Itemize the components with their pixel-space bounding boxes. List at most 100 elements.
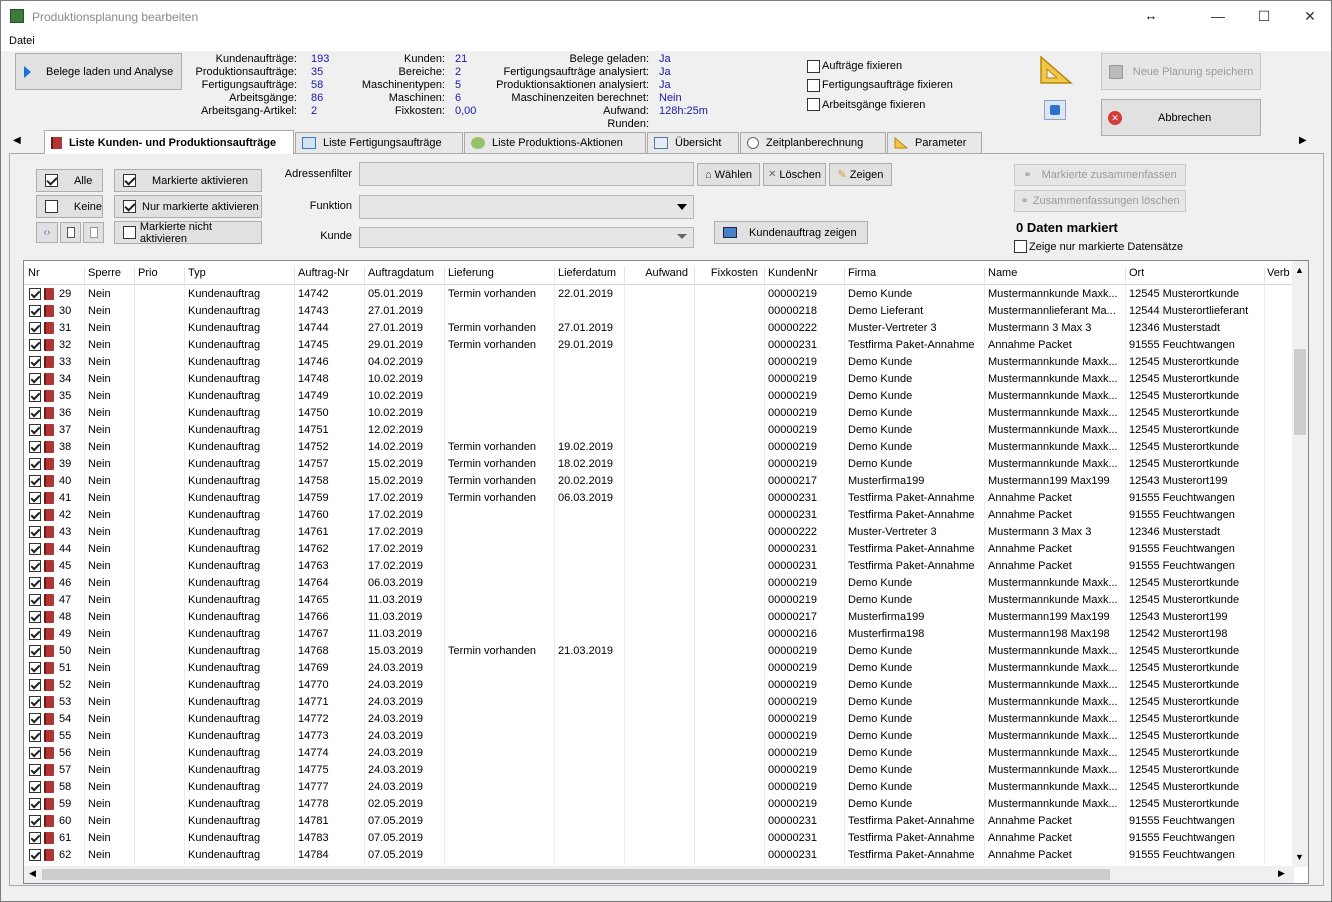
row-checkbox[interactable] <box>29 390 41 402</box>
column-header[interactable]: Lieferdatum <box>558 267 616 279</box>
row-checkbox[interactable] <box>29 594 41 606</box>
row-checkbox[interactable] <box>29 322 41 334</box>
document-list-icon[interactable] <box>83 222 104 243</box>
column-header[interactable]: Typ <box>188 267 206 279</box>
code-icon[interactable]: ‹› <box>36 222 58 243</box>
table-row[interactable]: 52 Nein Kundenauftrag 14770 24.03.2019 000002… <box>24 677 1294 694</box>
activate-marked-button[interactable]: Markierte aktivieren <box>114 169 262 192</box>
table-row[interactable]: 61 Nein Kundenauftrag 14783 07.05.2019 000002… <box>24 830 1294 847</box>
row-checkbox[interactable] <box>29 747 41 759</box>
column-header[interactable]: Auftragdatum <box>368 267 434 279</box>
column-header[interactable]: Ort <box>1129 267 1144 279</box>
column-header[interactable]: KundenNr <box>768 267 818 279</box>
show-order-button[interactable]: Kundenauftrag zeigen <box>714 221 868 244</box>
show-button[interactable]: ✎ Zeigen <box>829 163 892 186</box>
column-header[interactable]: Firma <box>848 267 876 279</box>
column-header[interactable]: Auftrag-Nr <box>298 267 349 279</box>
row-checkbox[interactable] <box>29 560 41 572</box>
delete-button[interactable]: ✕ Löschen <box>763 163 826 186</box>
row-checkbox[interactable] <box>29 526 41 538</box>
table-row[interactable]: 38 Nein Kundenauftrag 14752 14.02.2019 Termin… <box>24 439 1294 456</box>
table-row[interactable]: 46 Nein Kundenauftrag 14764 06.03.2019 000002… <box>24 575 1294 592</box>
maximize-button[interactable]: ☐ <box>1241 1 1287 32</box>
column-header[interactable]: Sperre <box>88 267 121 279</box>
row-checkbox[interactable] <box>29 662 41 674</box>
column-header[interactable]: Aufwand <box>622 267 688 279</box>
table-row[interactable]: 40 Nein Kundenauftrag 14758 15.02.2019 Termin… <box>24 473 1294 490</box>
not-activate-marked-button[interactable]: Markierte nicht aktivieren <box>114 221 262 245</box>
column-header[interactable]: Lieferung <box>448 267 494 279</box>
row-checkbox[interactable] <box>29 696 41 708</box>
row-checkbox[interactable] <box>29 441 41 453</box>
select-none-button[interactable]: Keine <box>36 195 103 218</box>
column-header[interactable]: Verb <box>1267 267 1290 279</box>
row-checkbox[interactable] <box>29 849 41 861</box>
table-row[interactable]: 58 Nein Kundenauftrag 14777 24.03.2019 000002… <box>24 779 1294 796</box>
tab-overview[interactable]: Übersicht <box>647 132 739 153</box>
table-row[interactable]: 39 Nein Kundenauftrag 14757 15.02.2019 Termin… <box>24 456 1294 473</box>
row-checkbox[interactable] <box>29 458 41 470</box>
row-checkbox[interactable] <box>29 339 41 351</box>
table-row[interactable]: 49 Nein Kundenauftrag 14767 11.03.2019 000002… <box>24 626 1294 643</box>
table-row[interactable]: 31 Nein Kundenauftrag 14744 27.01.2019 Termin… <box>24 320 1294 337</box>
customer-select[interactable] <box>359 227 694 248</box>
table-row[interactable]: 29 Nein Kundenauftrag 14742 05.01.2019 Termin… <box>24 286 1294 303</box>
document-icon[interactable] <box>60 222 81 243</box>
table-row[interactable]: 60 Nein Kundenauftrag 14781 07.05.2019 000002… <box>24 813 1294 830</box>
table-row[interactable]: 41 Nein Kundenauftrag 14759 17.02.2019 Termin… <box>24 490 1294 507</box>
table-row[interactable]: 54 Nein Kundenauftrag 14772 24.03.2019 000002… <box>24 711 1294 728</box>
horizontal-scrollbar[interactable]: ◀ ▶ <box>24 866 1294 883</box>
row-checkbox[interactable] <box>29 424 41 436</box>
table-row[interactable]: 55 Nein Kundenauftrag 14773 24.03.2019 000002… <box>24 728 1294 745</box>
column-header[interactable]: Prio <box>138 267 158 279</box>
row-checkbox[interactable] <box>29 509 41 521</box>
scroll-down-icon[interactable]: ▼ <box>1295 852 1304 862</box>
row-checkbox[interactable] <box>29 679 41 691</box>
row-checkbox[interactable] <box>29 645 41 657</box>
table-row[interactable]: 50 Nein Kundenauftrag 14768 15.03.2019 Termin… <box>24 643 1294 660</box>
row-checkbox[interactable] <box>29 475 41 487</box>
address-filter-input[interactable] <box>359 162 694 186</box>
table-row[interactable]: 56 Nein Kundenauftrag 14774 24.03.2019 000002… <box>24 745 1294 762</box>
table-row[interactable]: 33 Nein Kundenauftrag 14746 04.02.2019 000002… <box>24 354 1294 371</box>
table-row[interactable]: 42 Nein Kundenauftrag 14760 17.02.2019 000002… <box>24 507 1294 524</box>
cancel-button[interactable]: ✕ Abbrechen <box>1101 99 1261 136</box>
choose-button[interactable]: ⌂ Wählen <box>697 163 760 186</box>
tab-scroll-right-icon[interactable]: ▶ <box>1299 135 1307 146</box>
row-checkbox[interactable] <box>29 798 41 810</box>
row-checkbox[interactable] <box>29 356 41 368</box>
row-checkbox[interactable] <box>29 832 41 844</box>
table-row[interactable]: 43 Nein Kundenauftrag 14761 17.02.2019 000002… <box>24 524 1294 541</box>
upload-icon[interactable] <box>1044 100 1066 120</box>
scroll-left-icon[interactable]: ◀ <box>29 868 36 879</box>
vertical-scroll-thumb[interactable] <box>1294 349 1306 435</box>
scroll-up-icon[interactable]: ▲ <box>1295 265 1304 275</box>
triangle-ruler-icon[interactable] <box>1039 55 1073 85</box>
fix-operations-checkbox[interactable] <box>807 98 820 111</box>
column-header[interactable]: Fixkosten <box>692 267 758 279</box>
function-select[interactable] <box>359 195 694 219</box>
row-checkbox[interactable] <box>29 611 41 623</box>
column-header[interactable]: Name <box>988 267 1017 279</box>
menu-file[interactable]: Datei <box>9 35 35 47</box>
fix-orders-checkbox[interactable] <box>807 60 820 73</box>
scroll-right-icon[interactable]: ▶ <box>1278 868 1285 879</box>
fix-production-orders-checkbox[interactable] <box>807 79 820 92</box>
row-checkbox[interactable] <box>29 730 41 742</box>
row-checkbox[interactable] <box>29 288 41 300</box>
table-row[interactable]: 44 Nein Kundenauftrag 14762 17.02.2019 000002… <box>24 541 1294 558</box>
table-row[interactable]: 53 Nein Kundenauftrag 14771 24.03.2019 000002… <box>24 694 1294 711</box>
table-row[interactable]: 48 Nein Kundenauftrag 14766 11.03.2019 000002… <box>24 609 1294 626</box>
tab-scroll-left-icon[interactable]: ◀ <box>13 135 21 146</box>
tab-production-actions[interactable]: Liste Produktions-Aktionen <box>464 132 646 153</box>
table-row[interactable]: 62 Nein Kundenauftrag 14784 07.05.2019 000002… <box>24 847 1294 864</box>
table-row[interactable]: 47 Nein Kundenauftrag 14765 11.03.2019 000002… <box>24 592 1294 609</box>
only-marked-checkbox[interactable] <box>1014 240 1027 253</box>
table-row[interactable]: 30 Nein Kundenauftrag 14743 27.01.2019 000002… <box>24 303 1294 320</box>
row-checkbox[interactable] <box>29 373 41 385</box>
horizontal-scroll-thumb[interactable] <box>42 869 1110 880</box>
select-all-button[interactable]: Alle <box>36 169 103 192</box>
table-row[interactable]: 45 Nein Kundenauftrag 14763 17.02.2019 000002… <box>24 558 1294 575</box>
combine-marked-button[interactable]: ⚭ Markierte zusammenfassen <box>1014 164 1186 186</box>
table-row[interactable]: 57 Nein Kundenauftrag 14775 24.03.2019 000002… <box>24 762 1294 779</box>
